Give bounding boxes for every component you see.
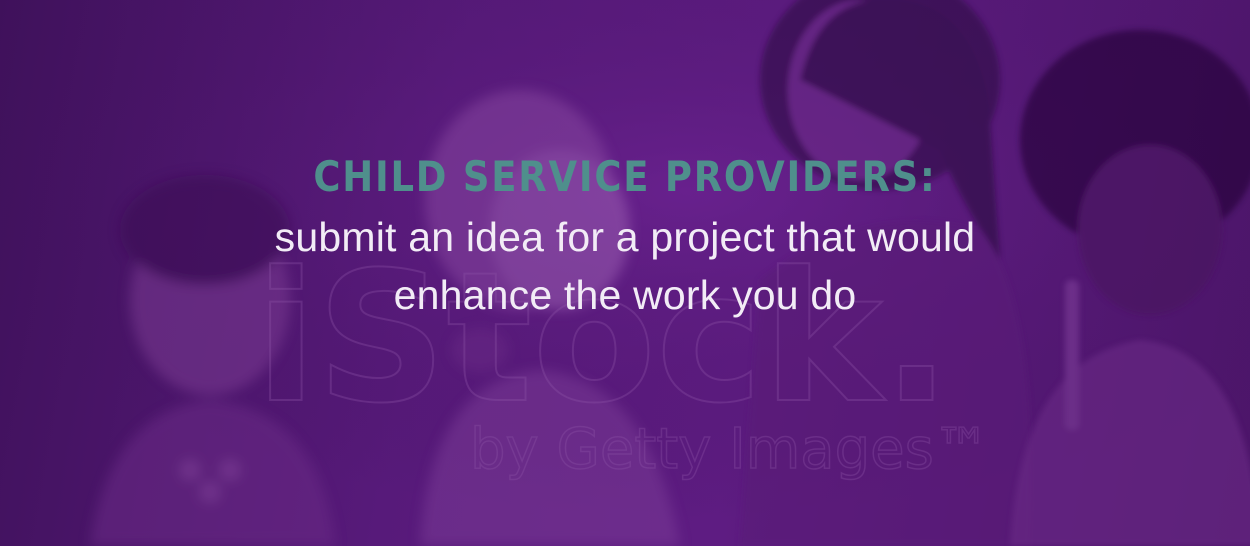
banner-text-block: CHILD SERVICE PROVIDERS: submit an idea … — [0, 146, 1250, 324]
banner-headline: CHILD SERVICE PROVIDERS: — [313, 152, 937, 201]
hero-banner: iStock. by Getty Images™ CHILD SERVICE P… — [0, 0, 1250, 546]
banner-subline-2: enhance the work you do — [393, 272, 857, 318]
banner-subline-1: submit an idea for a project that would — [274, 214, 976, 260]
